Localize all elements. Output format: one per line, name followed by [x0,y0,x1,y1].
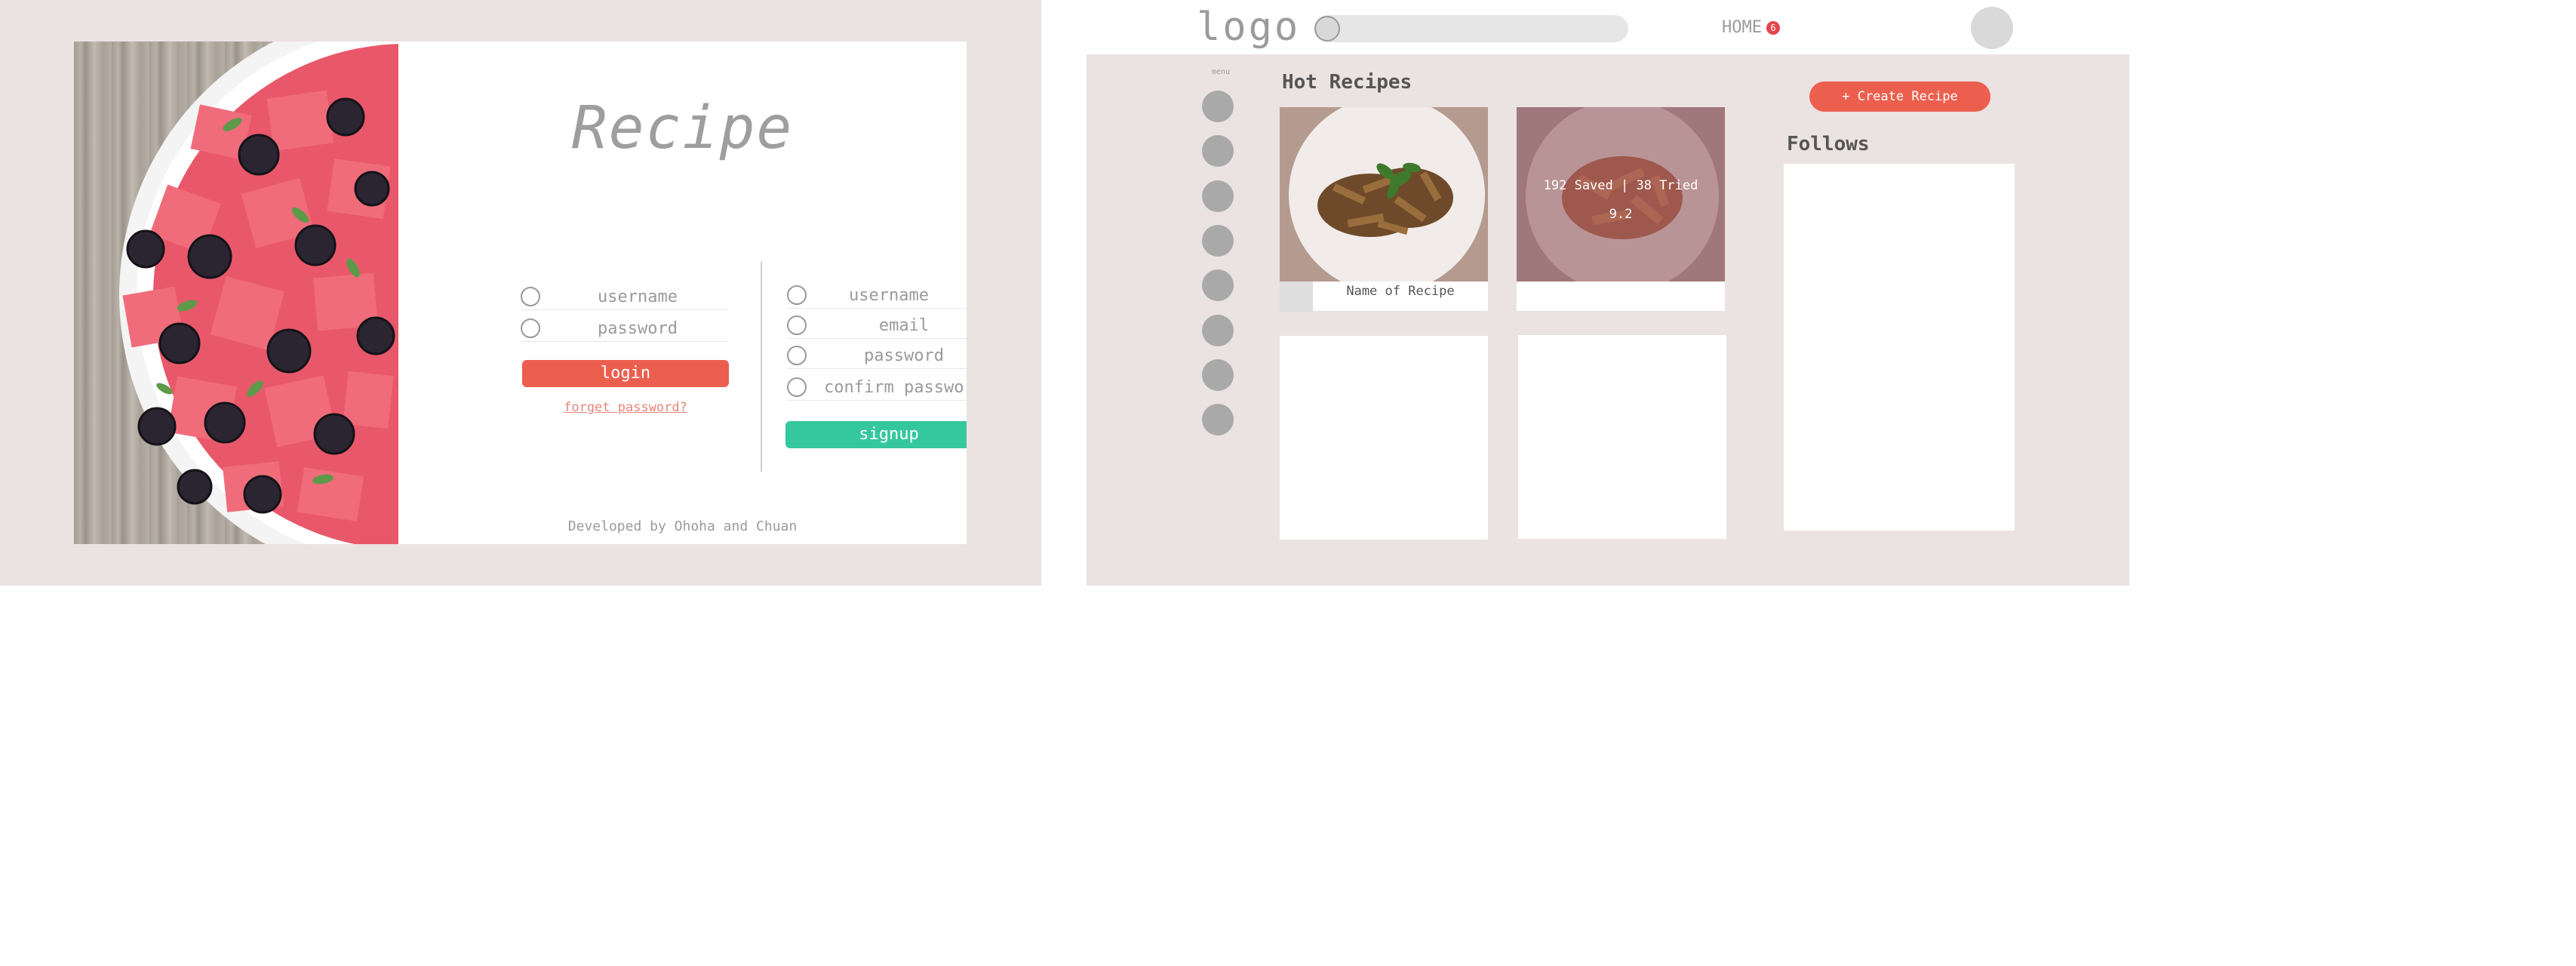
signup-confirm-placeholder: confirm password [824,378,967,397]
radio-icon [787,315,807,335]
forgot-password-link[interactable]: forget password? [522,400,729,415]
login-button[interactable]: login [522,360,729,387]
sidebar-item[interactable] [1202,180,1234,212]
sidebar-menu-label: menu [1211,68,1231,76]
radio-icon [787,346,807,365]
recipe-card[interactable]: Name of Recipe [1280,107,1488,312]
follows-panel [1784,164,2015,531]
recipe-card[interactable] [1518,335,1726,539]
sidebar-item[interactable] [1202,225,1234,257]
radio-icon [787,285,807,305]
follows-title: Follows [1787,133,1870,155]
login-password-field[interactable]: password [521,315,729,342]
signup-confirm-password-field[interactable]: confirm password [787,374,967,401]
avatar[interactable] [1971,7,2013,49]
developer-credit: Developed by Ohoha and Chuan [567,518,798,534]
signup-button[interactable]: signup [785,421,967,448]
home-screen: logo HOME 6 menu Hot Recipes Name of Rec… [1087,0,2129,586]
recipe-card[interactable] [1280,336,1488,540]
create-recipe-button[interactable]: + Create Recipe [1809,82,1990,112]
sidebar-item[interactable] [1202,404,1234,435]
recipe-rating: 9.2 [1609,207,1633,222]
fruit-bowl-image [74,42,398,544]
sidebar-item[interactable] [1202,91,1234,122]
form-divider [761,262,762,472]
login-screen: Recipe username password login forget pa… [0,0,1041,586]
top-bar: logo HOME 6 [1087,0,2129,54]
search-bar[interactable] [1314,15,1628,42]
section-title: Hot Recipes [1282,71,1412,94]
nav-home-link[interactable]: HOME [1722,18,1762,37]
recipe-name: Name of Recipe [1346,284,1455,299]
signup-email-field[interactable]: email [787,312,967,339]
logo[interactable]: logo [1197,5,1300,50]
login-password-placeholder: password [598,319,678,338]
signup-email-placeholder: email [878,316,930,335]
sidebar-item[interactable] [1202,135,1234,167]
main-content: menu Hot Recipes Name of Recipe 192 Save… [1087,54,2129,586]
signup-password-placeholder: password [864,346,944,365]
radio-icon [787,377,807,397]
recipe-card[interactable]: 192 Saved | 38 Tried 9.2 [1517,107,1725,311]
recipe-thumb-swatch [1280,281,1313,312]
sidebar-item[interactable] [1202,359,1234,391]
signup-password-field[interactable]: password [787,342,967,369]
notification-badge[interactable]: 6 [1766,21,1780,35]
signup-username-placeholder: username [849,286,929,305]
recipe-stats: 192 Saved | 38 Tried [1543,178,1698,193]
recipe-hover-overlay [1517,107,1725,281]
login-username-placeholder: username [598,288,678,306]
recipe-photo [1280,107,1488,281]
radio-icon [521,318,540,338]
sidebar-item[interactable] [1202,269,1234,301]
sidebar-item[interactable] [1202,315,1234,346]
login-username-field[interactable]: username [521,283,729,310]
app-title: Recipe [571,94,794,162]
search-icon[interactable] [1314,16,1340,42]
radio-icon [521,287,540,306]
login-card: Recipe username password login forget pa… [74,42,967,544]
signup-username-field[interactable]: username [787,281,967,309]
